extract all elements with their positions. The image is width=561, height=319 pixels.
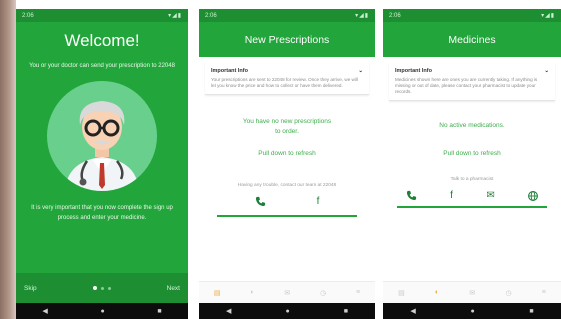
collapse-icon[interactable]: ⌄ (544, 68, 549, 74)
system-nav-bar: ◀ ● ■ (16, 303, 188, 319)
nav-settings-icon[interactable]: ≡ (356, 289, 360, 296)
nav-settings-icon[interactable]: ≡ (542, 289, 546, 296)
back-icon[interactable]: ◀ (42, 307, 47, 315)
page-title: New Prescriptions (244, 33, 330, 46)
empty-line: You have no new prescriptions (242, 118, 332, 125)
nav-history-icon[interactable]: ◷ (505, 289, 511, 297)
page-title: Medicines (448, 33, 496, 46)
refresh-hint: Pull down to refresh (443, 150, 501, 157)
globe-icon[interactable] (528, 190, 539, 201)
email-icon[interactable]: ✉ (486, 190, 494, 201)
facebook-icon[interactable]: f (450, 190, 453, 201)
phone-icon[interactable] (255, 196, 266, 207)
recents-icon[interactable]: ■ (344, 308, 348, 315)
recents-icon[interactable]: ■ (529, 308, 533, 315)
refresh-hint: Pull down to refresh (258, 150, 316, 157)
status-bar: 2:06 ▾◢▮ (383, 9, 561, 22)
signal-icon: ▾◢▮ (355, 13, 369, 19)
onboarding-bar: Skip Next (16, 273, 188, 303)
medicines-screen: 2:06 ▾◢▮ Medicines Important Info ⌄ Medi… (383, 9, 561, 319)
facebook-icon[interactable]: f (317, 196, 320, 207)
divider (217, 215, 357, 217)
back-icon[interactable]: ◀ (410, 307, 415, 315)
app-bar: Medicines (383, 22, 561, 57)
info-card[interactable]: Important Info ⌄ Your prescriptions are … (205, 63, 369, 95)
welcome-title: Welcome! (64, 31, 140, 50)
info-card[interactable]: Important Info ⌄ Medicines shown here ar… (389, 63, 555, 101)
status-bar: 2:06 ▾◢▮ (16, 9, 188, 22)
empty-line: to order. (275, 128, 299, 135)
collapse-icon[interactable]: ⌄ (358, 68, 363, 74)
info-title: Important Info (395, 68, 432, 74)
nav-medicines-icon[interactable]: ◐ (250, 289, 254, 296)
contact-label: Talk to a pharmacist (450, 177, 494, 182)
nav-medicines-icon[interactable]: ◐ (435, 289, 439, 296)
bottom-nav: ▤ ◐ ✉ ◷ ≡ (383, 281, 561, 303)
page-dot (100, 286, 104, 290)
welcome-screen: 2:06 ▾◢▮ Welcome! You or your doctor can… (16, 9, 188, 319)
empty-message: No active medications. (439, 122, 505, 129)
home-icon[interactable]: ● (100, 308, 104, 315)
back-icon[interactable]: ◀ (226, 307, 231, 315)
info-text: Medicines shown here are ones you are cu… (395, 77, 538, 94)
skip-button[interactable]: Skip (24, 285, 37, 292)
recents-icon[interactable]: ■ (157, 308, 161, 315)
background-photo-edge (0, 0, 16, 319)
phone-icon[interactable] (406, 190, 417, 201)
nav-history-icon[interactable]: ◷ (320, 289, 326, 297)
app-bar: New Prescriptions (199, 22, 375, 57)
contact-row: f ✉ (383, 190, 561, 201)
page-indicator (92, 286, 111, 290)
status-time: 2:06 (22, 12, 34, 19)
welcome-body: It is very important that you now comple… (31, 205, 173, 221)
welcome-subtitle: You or your doctor can send your prescri… (29, 63, 175, 69)
nav-prescriptions-icon[interactable]: ▤ (398, 289, 405, 297)
status-bar: 2:06 ▾◢▮ (199, 9, 375, 22)
empty-message: You have no new prescriptions to order. (199, 117, 375, 137)
doctor-avatar (47, 81, 157, 191)
bottom-nav: ▤ ◐ ✉ ◷ ≡ (199, 281, 375, 303)
nav-messages-icon[interactable]: ✉ (469, 289, 475, 297)
next-button[interactable]: Next (167, 285, 180, 292)
contact-label: Having any trouble, contact our team at … (237, 183, 337, 188)
signal-icon: ▾◢▮ (168, 13, 182, 19)
divider (397, 206, 547, 208)
signal-icon: ▾◢▮ (541, 13, 555, 19)
status-time: 2:06 (205, 12, 217, 19)
home-icon[interactable]: ● (470, 308, 474, 315)
page-dot (92, 286, 97, 290)
page-dot (107, 286, 111, 290)
contact-row: f (199, 196, 375, 207)
nav-messages-icon[interactable]: ✉ (284, 289, 290, 297)
prescriptions-screen: 2:06 ▾◢▮ New Prescriptions Important Inf… (199, 9, 375, 319)
nav-prescriptions-icon[interactable]: ▤ (214, 289, 221, 297)
system-nav-bar: ◀ ● ■ (383, 303, 561, 319)
info-text: Your prescriptions are sent to 22048 for… (211, 77, 358, 88)
doctor-illustration (65, 101, 139, 191)
home-icon[interactable]: ● (285, 308, 289, 315)
info-title: Important Info (211, 68, 248, 74)
status-time: 2:06 (389, 12, 401, 19)
system-nav-bar: ◀ ● ■ (199, 303, 375, 319)
